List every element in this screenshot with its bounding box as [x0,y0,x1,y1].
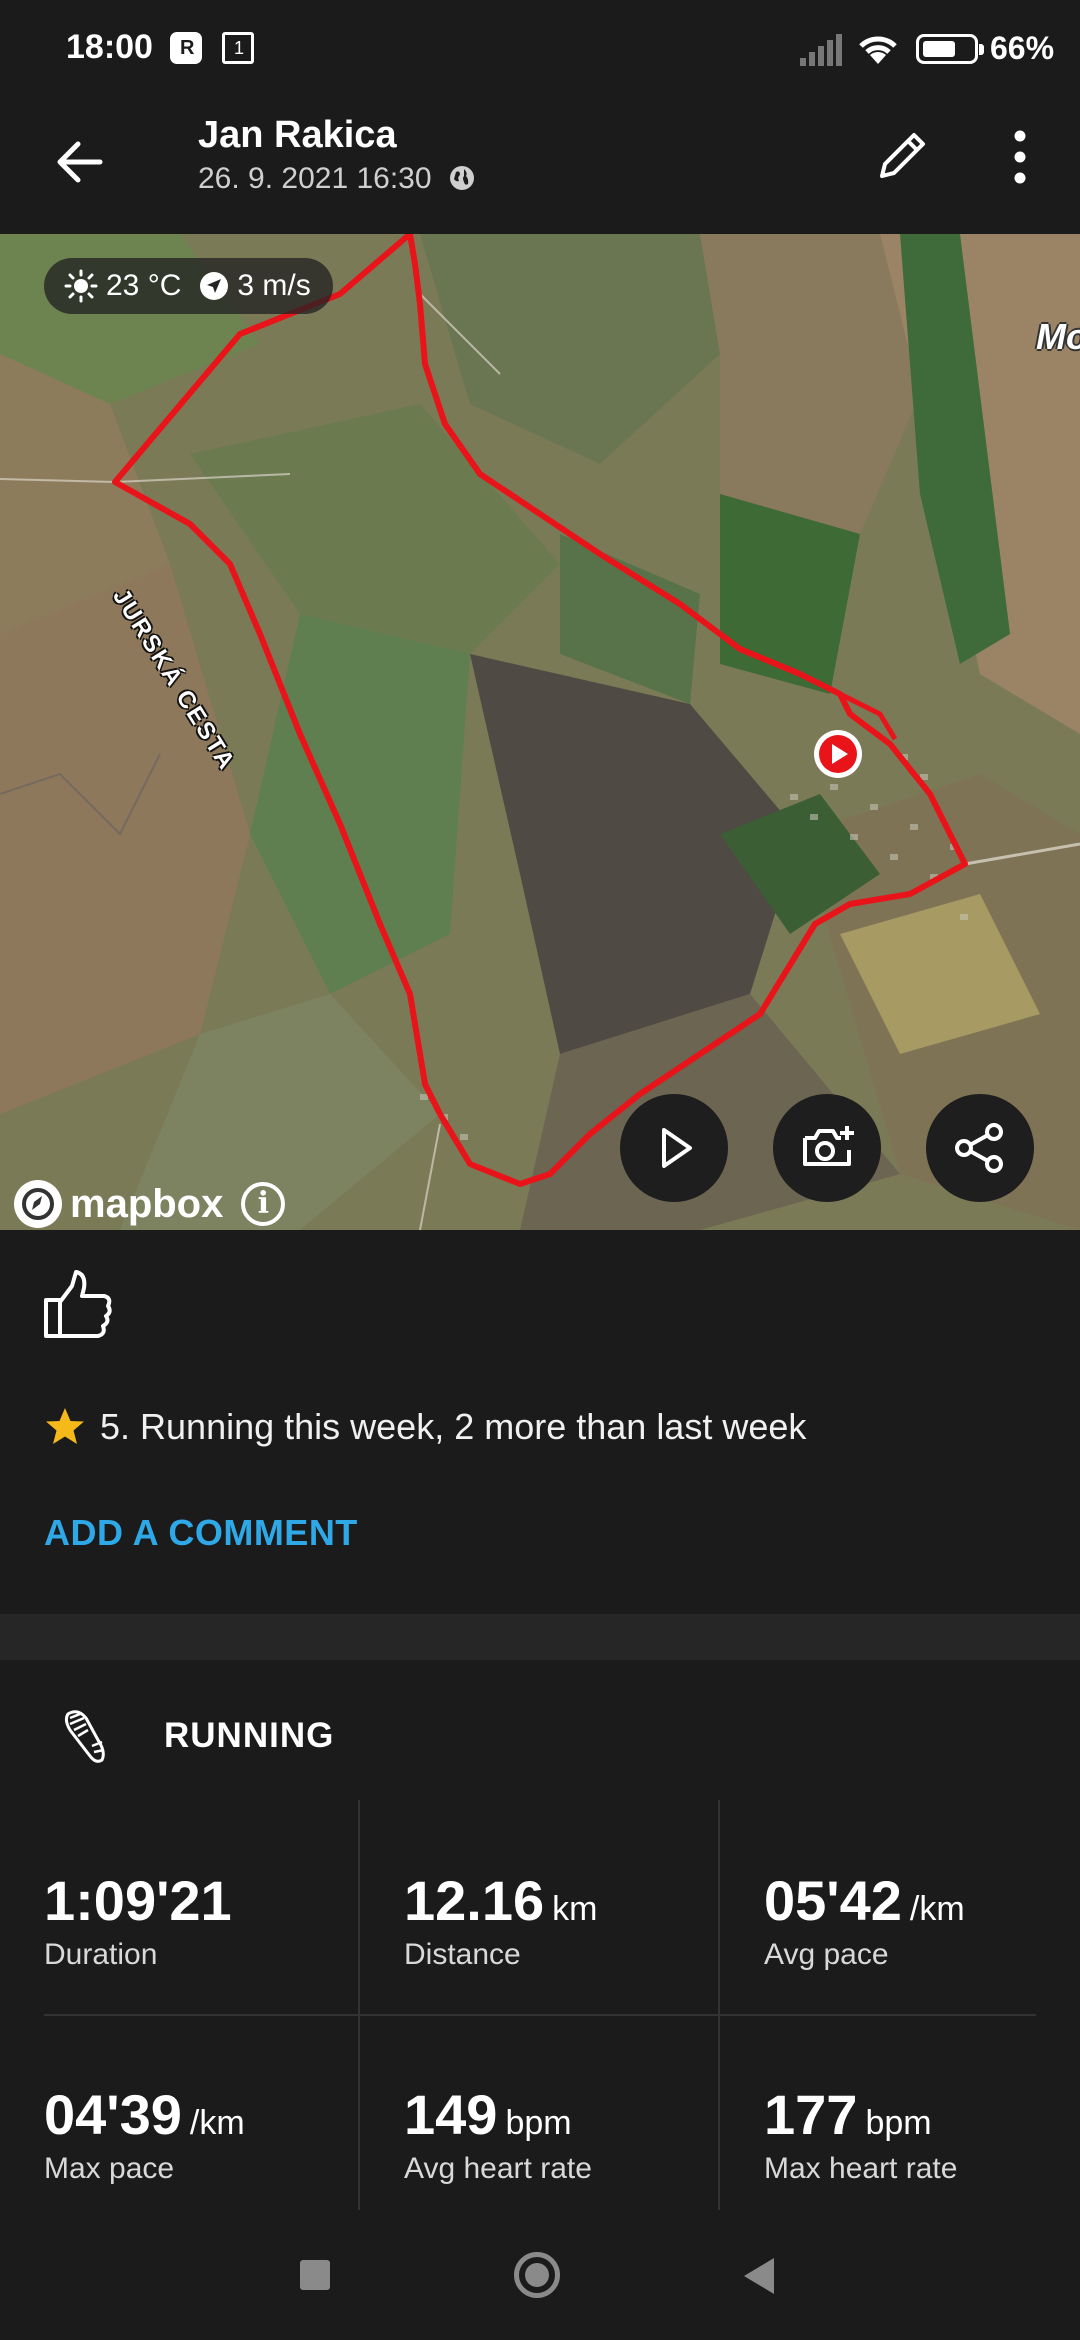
mapbox-logo-icon [14,1180,62,1228]
stat-value: 05'42 [764,1869,902,1932]
sun-icon [64,269,98,303]
play-icon [662,1128,692,1168]
route-start-marker [814,730,862,778]
add-photo-button[interactable] [773,1094,881,1202]
stats-grid: 1:09'21 Duration 12.16 km Distance 05'42/… [44,1800,1036,2210]
satellite-map-background [0,234,1080,1230]
star-icon [46,1408,84,1444]
stat-label: Avg pace [764,1938,889,1971]
stat-unit: /km [909,1890,965,1928]
section-divider [0,1614,1080,1660]
more-options-icon[interactable] [1000,122,1040,192]
stat-value: 177 [764,2083,858,2146]
status-bar: 18:00 R 1 66% [0,0,1080,100]
stat-label: Avg heart rate [404,2152,592,2185]
stat-distance: 12.16 km Distance [404,1800,734,2005]
stat-max-heart-rate: 177 bpm Max heart rate [764,2014,1080,2219]
stat-value: 1:09'21 [44,1869,232,1932]
globe-icon [449,166,474,190]
status-time: 18:00 [66,28,153,66]
stat-unit: bpm [865,2104,932,2142]
activity-date: 26. 9. 2021 16:30 [198,162,476,196]
achievement-row: 5. Running this week, 2 more than last w… [44,1406,806,1448]
stat-value: 04'39 [44,2083,182,2146]
add-comment-button[interactable]: ADD A COMMENT [44,1512,358,1554]
stat-unit: /km [189,2104,245,2142]
back-arrow-icon[interactable] [48,130,112,194]
stat-avg-pace: 05'42/km Avg pace [764,1800,1080,2005]
activity-datetime: 26. 9. 2021 16:30 [198,162,432,195]
place-label: Mo [1036,316,1080,357]
stat-label: Distance [404,1938,521,1971]
running-shoe-icon [64,1710,105,1763]
stat-avg-heart-rate: 149 bpm Avg heart rate [404,2014,734,2219]
stat-label: Duration [44,1938,158,1971]
activity-type: RUNNING [164,1716,335,1755]
app-header: Jan Rakica 26. 9. 2021 16:30 [0,100,1080,234]
stat-unit: bpm [505,2104,572,2142]
stat-value: 149 [404,2083,498,2146]
edit-pencil-icon[interactable] [870,124,934,188]
stat-unit: km [552,1890,598,1928]
stat-label: Max pace [44,2152,175,2185]
route-map[interactable]: JURSKÁ CESTA Mo 23 °C 3 m/s [0,234,1080,1230]
wind-speed: 3 m/s [237,269,311,302]
share-icon [955,1123,1003,1173]
stat-duration: 1:09'21 Duration [44,1800,374,2005]
achievement-text: 5. Running this week, 2 more than last w… [100,1406,807,1447]
calendar-notification-icon: 1 [222,32,254,64]
weather-temperature: 23 °C [106,269,182,302]
map-info-icon[interactable]: i [241,1182,286,1226]
mapbox-wordmark: mapbox [70,1181,224,1226]
stat-label: Max heart rate [764,2152,958,2185]
weather-chip: 23 °C 3 m/s [44,258,333,314]
battery-percent: 66% [990,30,1055,66]
stat-value: 12.16 [404,1869,545,1932]
wind-direction-icon [200,272,229,300]
share-button[interactable] [926,1094,1034,1202]
stat-max-pace: 04'39/km Max pace [44,2014,374,2219]
app-notification-icon: R [170,32,202,64]
camera-add-icon [803,1126,854,1166]
replay-button[interactable] [620,1094,728,1202]
wifi-icon [859,36,897,64]
thumbs-up-icon[interactable] [40,1266,116,1342]
system-back-button[interactable] [744,2258,774,2294]
signal-icon [800,34,842,66]
home-button[interactable] [514,2252,560,2298]
mapbox-attribution[interactable]: mapbox i [14,1180,286,1228]
activity-owner-name: Jan Rakica [198,114,397,156]
recents-button[interactable] [300,2260,330,2290]
system-nav-bar [0,2210,1080,2340]
battery-icon [916,34,984,64]
